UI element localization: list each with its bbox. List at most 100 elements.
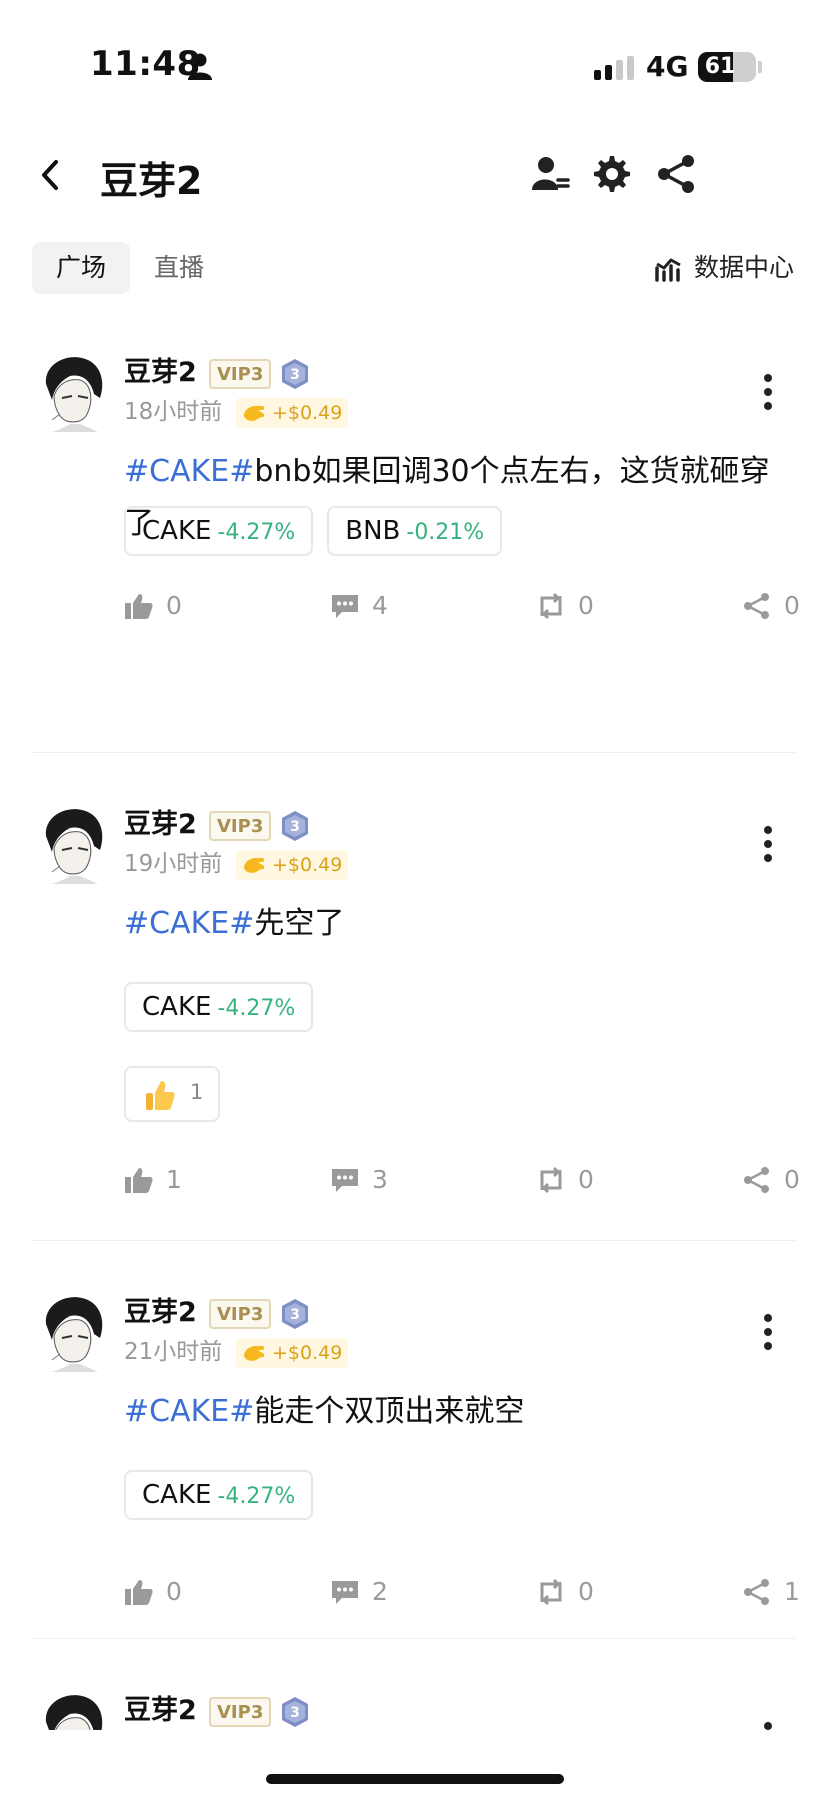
comment-icon — [332, 595, 358, 618]
repost-button[interactable]: 0 — [536, 1160, 594, 1200]
coin-tag[interactable]: BNB -0.21% — [327, 506, 503, 556]
post-text[interactable]: #CAKE#先空了 — [124, 898, 794, 950]
coin-tag[interactable]: CAKE -4.27% — [124, 1470, 314, 1520]
like-button[interactable]: 0 — [124, 1572, 182, 1612]
share-button[interactable]: 0 — [742, 586, 800, 626]
tip-badge: +$0.49 — [236, 398, 349, 428]
battery-tip — [758, 61, 762, 73]
post-time: 21小时前 — [124, 1339, 223, 1365]
status-bar: 11:48 4G 61 — [0, 0, 828, 110]
divider — [32, 1638, 796, 1639]
post-username[interactable]: 豆芽2 — [124, 354, 197, 392]
thumbs-up-icon — [125, 1168, 153, 1193]
repost-count: 0 — [578, 591, 594, 620]
tip-amount: +$0.49 — [272, 402, 343, 424]
comment-icon — [332, 1169, 358, 1192]
coin-change: -0.21% — [406, 520, 485, 545]
share-button[interactable]: 0 — [742, 1160, 800, 1200]
post-username[interactable]: 豆芽2 — [124, 1294, 197, 1332]
comment-icon — [332, 1581, 358, 1604]
coin-tags: CAKE -4.27% BNB -0.21% — [124, 506, 516, 556]
like-button[interactable]: 0 — [124, 586, 182, 626]
more-options-icon[interactable] — [762, 1722, 774, 1730]
share-button[interactable]: 1 — [742, 1572, 800, 1612]
comment-button[interactable]: 2 — [330, 1572, 388, 1612]
level-hexagon-icon: 3 — [282, 1697, 308, 1727]
post-username[interactable]: 豆芽2 — [124, 806, 197, 844]
post-item[interactable]: 豆芽2 VIP3 3 — [0, 1692, 828, 1730]
repost-count: 0 — [578, 1577, 594, 1606]
repost-icon — [540, 592, 562, 620]
share-icon[interactable] — [654, 152, 698, 196]
level-number: 3 — [290, 1705, 300, 1721]
home-indicator[interactable] — [266, 1774, 564, 1784]
post-body: 先空了 — [254, 906, 345, 941]
tip-badge: +$0.49 — [236, 850, 349, 880]
comment-count: 2 — [372, 1577, 388, 1606]
more-options-icon[interactable] — [762, 374, 774, 414]
coin-tag[interactable]: CAKE -4.27% — [124, 506, 314, 556]
share-icon — [744, 1167, 769, 1193]
hashtag-link[interactable]: #CAKE# — [124, 1394, 254, 1429]
avatar[interactable] — [40, 1692, 108, 1730]
reaction-chip[interactable]: 1 — [124, 1066, 220, 1122]
like-count: 0 — [166, 591, 182, 620]
share-icon — [744, 1579, 769, 1605]
vip-badge: VIP3 — [209, 1697, 272, 1727]
post-time: 19小时前 — [124, 851, 223, 877]
gear-icon[interactable] — [588, 152, 632, 196]
coin-symbol: CAKE — [142, 1480, 212, 1510]
tab-live[interactable]: 直播 — [130, 242, 228, 294]
tip-hand-icon — [244, 1346, 265, 1361]
share-count: 1 — [784, 1577, 800, 1606]
post-text[interactable]: #CAKE#能走个双顶出来就空 — [124, 1386, 794, 1438]
user-profile-icon[interactable] — [528, 152, 572, 196]
status-time: 11:48 — [90, 44, 201, 84]
level-number: 3 — [290, 367, 300, 383]
avatar[interactable] — [40, 354, 108, 432]
level-number: 3 — [290, 1307, 300, 1323]
repost-count: 0 — [578, 1165, 594, 1194]
tip-amount: +$0.49 — [272, 1342, 343, 1364]
divider — [32, 1240, 796, 1241]
coin-symbol: CAKE — [142, 992, 212, 1022]
reaction-count: 1 — [190, 1080, 204, 1104]
hashtag-link[interactable]: #CAKE# — [124, 454, 254, 489]
repost-icon — [540, 1578, 562, 1606]
thumbs-up-emoji-icon — [146, 1081, 175, 1110]
avatar[interactable] — [40, 1294, 108, 1372]
tip-amount: +$0.49 — [272, 854, 343, 876]
post-actions: 0 4 0 0 — [0, 586, 828, 626]
comment-count: 3 — [372, 1165, 388, 1194]
tip-badge: +$0.49 — [236, 1338, 349, 1368]
tip-hand-icon — [244, 858, 265, 873]
data-center-link[interactable]: 数据中心 — [654, 242, 794, 294]
post-body: 能走个双顶出来就空 — [254, 1394, 525, 1429]
hashtag-link[interactable]: #CAKE# — [124, 906, 254, 941]
tab-plaza[interactable]: 广场 — [32, 242, 131, 294]
level-hexagon-icon: 3 — [282, 1299, 308, 1329]
comment-button[interactable]: 4 — [330, 586, 388, 626]
person-icon — [188, 53, 212, 80]
coin-change: -4.27% — [217, 520, 296, 545]
repost-button[interactable]: 0 — [536, 1572, 594, 1612]
more-options-icon[interactable] — [762, 1314, 774, 1354]
page-title: 豆芽2 — [100, 159, 203, 203]
repost-button[interactable]: 0 — [536, 586, 594, 626]
post-username[interactable]: 豆芽2 — [124, 1692, 197, 1730]
post-time: 18小时前 — [124, 399, 223, 425]
coin-symbol: BNB — [345, 516, 401, 546]
coin-tag[interactable]: CAKE -4.27% — [124, 982, 314, 1032]
more-options-icon[interactable] — [762, 826, 774, 866]
like-button[interactable]: 1 — [124, 1160, 182, 1200]
comment-button[interactable]: 3 — [330, 1160, 388, 1200]
comment-count: 4 — [372, 591, 388, 620]
avatar[interactable] — [40, 806, 108, 884]
coin-tags: CAKE -4.27% — [124, 982, 327, 1032]
repost-icon — [540, 1166, 562, 1194]
data-center-label: 数据中心 — [693, 253, 794, 282]
share-count: 0 — [784, 591, 800, 620]
nav-header: 豆芽2 — [0, 140, 828, 210]
network-type: 4G — [646, 50, 689, 83]
back-arrow-icon[interactable] — [30, 150, 70, 200]
